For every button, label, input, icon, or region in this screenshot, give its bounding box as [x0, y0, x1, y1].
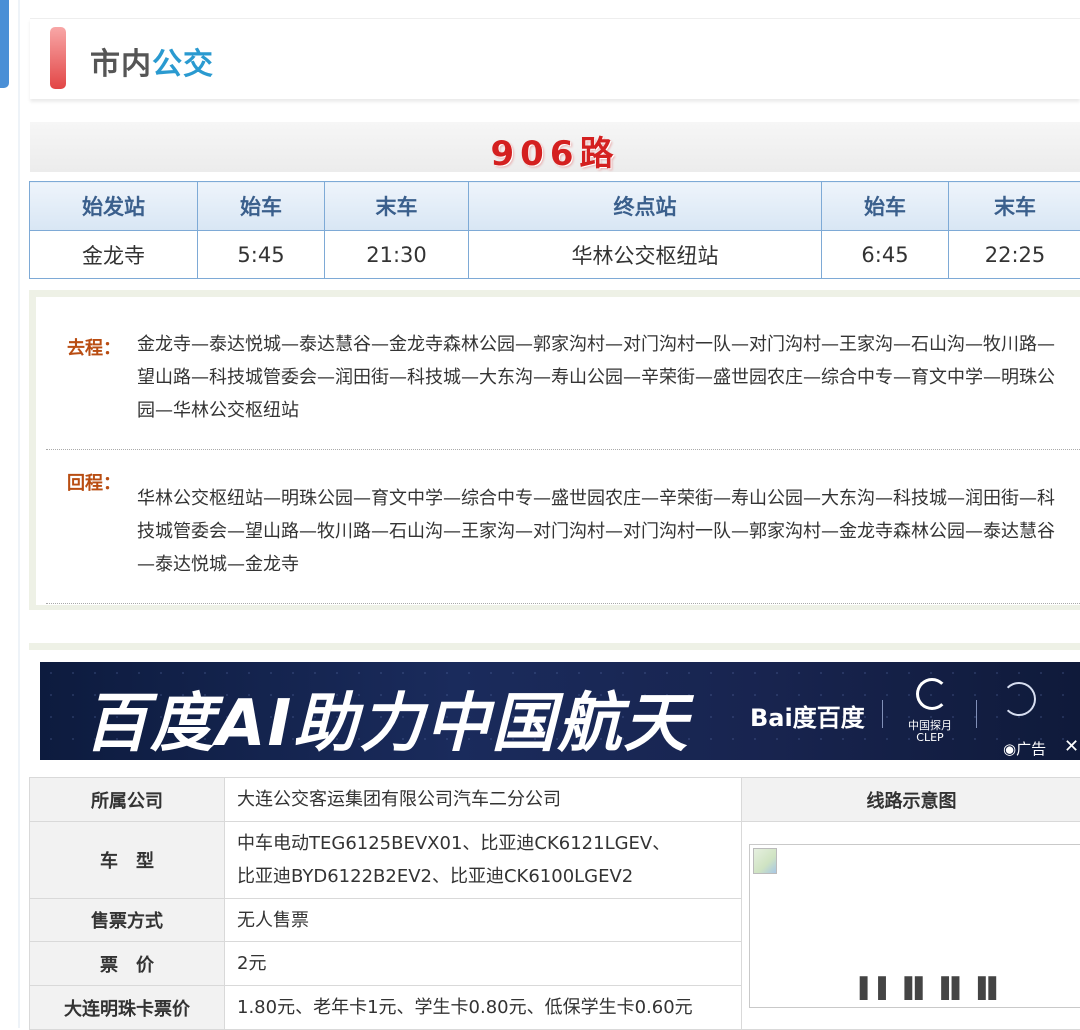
card-price-value: 1.80元、老年卡1元、学生卡0.80元、低保学生卡0.60元: [225, 986, 742, 1030]
ticket-value: 无人售票: [225, 899, 742, 942]
company-value: 大连公交客运集团有限公司汽车二分公司: [225, 778, 742, 822]
close-icon[interactable]: ✕: [1064, 736, 1079, 757]
baidu-logo: Bai度百度: [750, 698, 865, 733]
section-title: 市内公交: [90, 39, 214, 83]
clep-logo-icon: [916, 678, 948, 710]
schedule-header-row: 始发站 始车 末车 终点站 始车 末车: [30, 182, 1080, 231]
terminus-station: 华林公交枢纽站: [469, 231, 822, 279]
ad-slogan: 百度AI助力中国航天: [84, 672, 689, 760]
org-logo-icon: [1002, 682, 1036, 716]
outbound-stops: 金龙寺—泰达悦城—泰达慧谷—金龙寺森林公园—郭家沟村—对门沟村一队—对门沟村—王…: [137, 328, 1067, 427]
return-first-bus-time: 6:45: [822, 231, 949, 279]
stops-divider: [46, 449, 1080, 450]
header-return-first-bus: 始车: [822, 182, 949, 231]
price-label: 票 价: [30, 942, 225, 986]
route-title: 906路: [30, 126, 1080, 175]
ad-divider: [882, 700, 883, 728]
model-line-2: 比亚迪BYD6122B2EV2、比亚迪CK6100LGEV2: [237, 860, 740, 893]
header-return-last-bus: 末车: [949, 182, 1080, 231]
section-header: 市内公交: [30, 18, 1080, 99]
header-first-bus: 始车: [198, 182, 325, 231]
model-value: 中车电动TEG6125BEVX01、比亚迪CK6121LGEV、 比亚迪BYD6…: [225, 822, 742, 899]
first-bus-time: 5:45: [198, 231, 325, 279]
route-title-band: 906路: [30, 122, 1080, 172]
schedule-table: 始发站 始车 末车 终点站 始车 末车 金龙寺 5:45 21:30 华林公交枢…: [29, 181, 1080, 279]
info-row-company: 所属公司 大连公交客运集团有限公司汽车二分公司 线路示意图: [30, 778, 1080, 822]
ad-banner[interactable]: 百度AI助力中国航天 Bai度百度 中国探月 CLEP ◉广告 ✕: [40, 662, 1080, 760]
scrollbar-thumb[interactable]: [0, 0, 9, 88]
outbound-label: 去程：: [67, 334, 121, 360]
model-label: 车 型: [30, 822, 225, 899]
section-title-part2: 公交: [152, 47, 214, 82]
stops-bottom-divider: [46, 603, 1080, 604]
origin-station: 金龙寺: [30, 231, 198, 279]
ad-divider-2: [976, 700, 977, 728]
route-map-label: 线路示意图: [742, 778, 1080, 822]
info-row-model: 车 型 中车电动TEG6125BEVX01、比亚迪CK6121LGEV、 比亚迪…: [30, 822, 1080, 899]
header-origin: 始发站: [30, 182, 198, 231]
price-value: 2元: [225, 942, 742, 986]
clep-line2: CLEP: [900, 732, 960, 744]
schedule-row: 金龙寺 5:45 21:30 华林公交枢纽站 6:45 22:25: [30, 231, 1080, 279]
company-label: 所属公司: [30, 778, 225, 822]
ticket-label: 售票方式: [30, 899, 225, 942]
broken-image-icon: [753, 848, 777, 874]
return-last-bus-time: 22:25: [949, 231, 1080, 279]
return-stops: 华林公交枢纽站—明珠公园—育文中学—综合中专—盛世园农庄—辛荣街—寿山公园—大东…: [137, 482, 1067, 581]
model-line-1: 中车电动TEG6125BEVX01、比亚迪CK6121LGEV、: [237, 827, 740, 860]
section-separator: [29, 643, 1080, 650]
ad-badge-text: 广告: [1016, 740, 1046, 758]
header-accent-bar: [50, 27, 66, 89]
ad-badge: ◉广告: [1003, 738, 1046, 759]
last-bus-time: 21:30: [325, 231, 469, 279]
clep-logo-text: 中国探月 CLEP: [900, 720, 960, 744]
header-terminus: 终点站: [469, 182, 822, 231]
watermark-icon: ▌▌▐▌▐▌▐▌: [860, 976, 1007, 1000]
header-last-bus: 末车: [325, 182, 469, 231]
section-title-part1: 市内: [90, 47, 152, 82]
route-stops-panel: 去程： 金龙寺—泰达悦城—泰达慧谷—金龙寺森林公园—郭家沟村—对门沟村一队—对门…: [29, 290, 1080, 610]
route-stops-content: 去程： 金龙寺—泰达悦城—泰达慧谷—金龙寺森林公园—郭家沟村—对门沟村一队—对门…: [36, 297, 1080, 605]
return-label: 回程：: [67, 469, 121, 495]
card-price-label: 大连明珠卡票价: [30, 986, 225, 1030]
scrollbar-track: [18, 0, 20, 1028]
